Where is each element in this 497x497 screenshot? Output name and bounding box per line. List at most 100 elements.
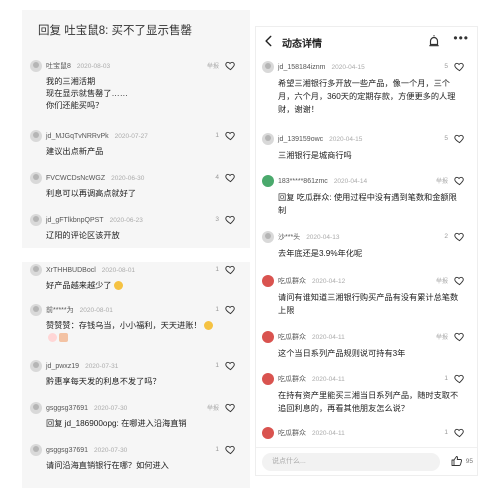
comment-line: 上限 bbox=[278, 306, 295, 315]
sad-emoji-icon bbox=[113, 281, 123, 291]
comment-time: 2020-04-12 bbox=[312, 277, 346, 285]
comment-meta: 2 bbox=[444, 231, 465, 242]
like-icon[interactable] bbox=[454, 373, 465, 384]
back-arrow-icon[interactable] bbox=[262, 34, 276, 48]
heart-emoji-icon bbox=[48, 333, 57, 343]
comment-time: 2020-07-30 bbox=[94, 404, 128, 412]
comment-author[interactable]: 183*****861zmc bbox=[278, 178, 328, 185]
avatar-icon[interactable] bbox=[262, 175, 274, 187]
comment-body: 好产品越来越少了 bbox=[30, 280, 242, 292]
comment-author[interactable]: XrTHHBUDBocl bbox=[46, 267, 96, 274]
comment-meta: 举报 bbox=[436, 331, 465, 342]
like-icon[interactable] bbox=[225, 172, 236, 183]
like-icon[interactable] bbox=[454, 175, 465, 186]
like-icon[interactable] bbox=[454, 231, 465, 242]
comment-body: 建议出点新产品 bbox=[30, 146, 242, 158]
avatar-icon[interactable] bbox=[262, 61, 274, 73]
comment-author[interactable]: jd_MJGqTvNRRvPk bbox=[46, 133, 109, 140]
comment-time: 2020-04-14 bbox=[333, 177, 368, 185]
like-icon[interactable] bbox=[225, 304, 236, 315]
avatar-icon[interactable] bbox=[30, 264, 42, 276]
comment-line: 这个当日系列产品规则说可持有3年 bbox=[278, 349, 406, 358]
avatar-icon[interactable] bbox=[262, 373, 274, 385]
comment-body: 利息可以再调高点就好了 bbox=[30, 188, 242, 200]
more-menu-button[interactable]: ••• bbox=[453, 31, 469, 45]
report-button[interactable]: 举报 bbox=[436, 176, 448, 185]
like-icon[interactable] bbox=[225, 402, 236, 413]
comment-body: 回复 jd_186900opg: 在哪进入沿海直销 bbox=[30, 418, 242, 430]
comment-line-text: 赞赞赞：存钱乌当，小小福利，天天进账！ bbox=[46, 321, 202, 330]
avatar-icon[interactable] bbox=[30, 360, 42, 372]
avatar-icon[interactable] bbox=[30, 214, 42, 226]
screenshot-divider bbox=[22, 248, 250, 262]
like-icon[interactable] bbox=[225, 444, 236, 455]
comment-author[interactable]: 吃瓜群众 bbox=[278, 374, 306, 384]
comment-item: 前*****为 2020-08-01 1 赞赞赞：存钱乌当，小小福利，天天进账！ bbox=[22, 302, 250, 344]
like-count: 5 bbox=[444, 63, 448, 70]
comment-time: 2020-08-03 bbox=[76, 62, 111, 70]
like-icon[interactable] bbox=[225, 60, 236, 71]
thumbs-up-icon[interactable] bbox=[451, 455, 463, 467]
comment-item: jd_gFTlkbnpQPST 2020-06-23 3 辽阳的评论区该开放 bbox=[22, 212, 250, 242]
comment-item: jd_158184iznm 2020-04-15 5 希望三湘银行多开放一些产品… bbox=[256, 59, 477, 116]
avatar-icon[interactable] bbox=[30, 444, 42, 456]
report-button[interactable]: 举报 bbox=[436, 276, 448, 285]
comment-author[interactable]: 沙***头 bbox=[278, 232, 300, 242]
like-icon[interactable] bbox=[454, 331, 465, 342]
like-count: 2 bbox=[444, 233, 448, 240]
comment-author[interactable]: 吃瓜群众 bbox=[278, 428, 306, 438]
avatar-icon[interactable] bbox=[30, 304, 42, 316]
comment-header: FVCWCDsNcWGZ 2020-06-30 4 bbox=[30, 170, 242, 186]
smile-emoji-icon bbox=[203, 321, 213, 331]
comment-author[interactable]: gsggsg37691 bbox=[46, 405, 88, 412]
like-count: 3 bbox=[215, 216, 219, 223]
comment-time: 2020-06-23 bbox=[109, 216, 143, 224]
comment-time: 2020-08-01 bbox=[101, 266, 136, 274]
comment-item: jd_MJGqTvNRRvPk 2020-07-27 1 建议出点新产品 bbox=[22, 128, 250, 158]
comment-body: 赞赞赞：存钱乌当，小小福利，天天进账！ bbox=[30, 320, 242, 344]
comment-body: 请问有谁知道三湘银行购买产品有没有累计总笔数 上限 bbox=[262, 291, 471, 317]
comment-body: 我的三湘活期 现在显示就售罄了…… 你们还能买吗？ bbox=[30, 76, 242, 112]
comment-author[interactable]: jd_139159owc bbox=[278, 136, 323, 143]
avatar-icon[interactable] bbox=[262, 331, 274, 343]
avatar-icon[interactable] bbox=[262, 231, 274, 243]
like-icon[interactable] bbox=[225, 264, 236, 275]
like-icon[interactable] bbox=[454, 61, 465, 72]
comment-line: 回复 jd_186900opg: 在哪进入沿海直销 bbox=[46, 419, 187, 428]
comment-body: 三湘银行是城商行吗 bbox=[262, 149, 471, 162]
comment-header: 沙***头 2020-04-13 2 bbox=[262, 229, 471, 245]
like-icon[interactable] bbox=[454, 133, 465, 144]
report-button[interactable]: 举报 bbox=[207, 61, 219, 70]
comment-author[interactable]: 吐宝鼠8 bbox=[46, 61, 71, 71]
comment-body: 回复 吃瓜群众: 使用过程中没有遇到笔数和金额限 制 bbox=[262, 191, 471, 217]
avatar-icon[interactable] bbox=[262, 427, 274, 439]
avatar-icon[interactable] bbox=[262, 133, 274, 145]
like-icon[interactable] bbox=[225, 130, 236, 141]
comment-meta: 5 bbox=[444, 61, 465, 72]
like-count: 5 bbox=[444, 135, 448, 142]
avatar-icon[interactable] bbox=[30, 60, 42, 72]
avatar-icon[interactable] bbox=[30, 130, 42, 142]
report-button[interactable]: 举报 bbox=[207, 403, 219, 412]
comment-line-text: 好产品越来越少了 bbox=[46, 281, 112, 290]
alarm-lamp-icon[interactable] bbox=[427, 34, 441, 48]
like-icon[interactable] bbox=[454, 427, 465, 438]
avatar-icon[interactable] bbox=[262, 275, 274, 287]
like-icon[interactable] bbox=[225, 214, 236, 225]
comment-author[interactable]: 吃瓜群众 bbox=[278, 276, 306, 286]
comment-author[interactable]: jd_158184iznm bbox=[278, 64, 325, 71]
comment-author[interactable]: jd_pwxz19 bbox=[46, 363, 79, 370]
comment-author[interactable]: jd_gFTlkbnpQPST bbox=[46, 217, 104, 224]
avatar-icon[interactable] bbox=[30, 402, 42, 414]
comment-author[interactable]: FVCWCDsNcWGZ bbox=[46, 175, 105, 182]
comment-author[interactable]: gsggsg37691 bbox=[46, 447, 88, 454]
report-button[interactable]: 举报 bbox=[436, 332, 448, 341]
avatar-icon[interactable] bbox=[30, 172, 42, 184]
comment-body: 辽阳的评论区该开放 bbox=[30, 230, 242, 242]
comment-author[interactable]: 前*****为 bbox=[46, 305, 74, 315]
like-icon[interactable] bbox=[454, 275, 465, 286]
like-icon[interactable] bbox=[225, 360, 236, 371]
comment-author[interactable]: 吃瓜群众 bbox=[278, 332, 306, 342]
comment-input[interactable]: 说点什么... bbox=[262, 452, 440, 471]
comment-meta: 1 bbox=[215, 360, 236, 371]
